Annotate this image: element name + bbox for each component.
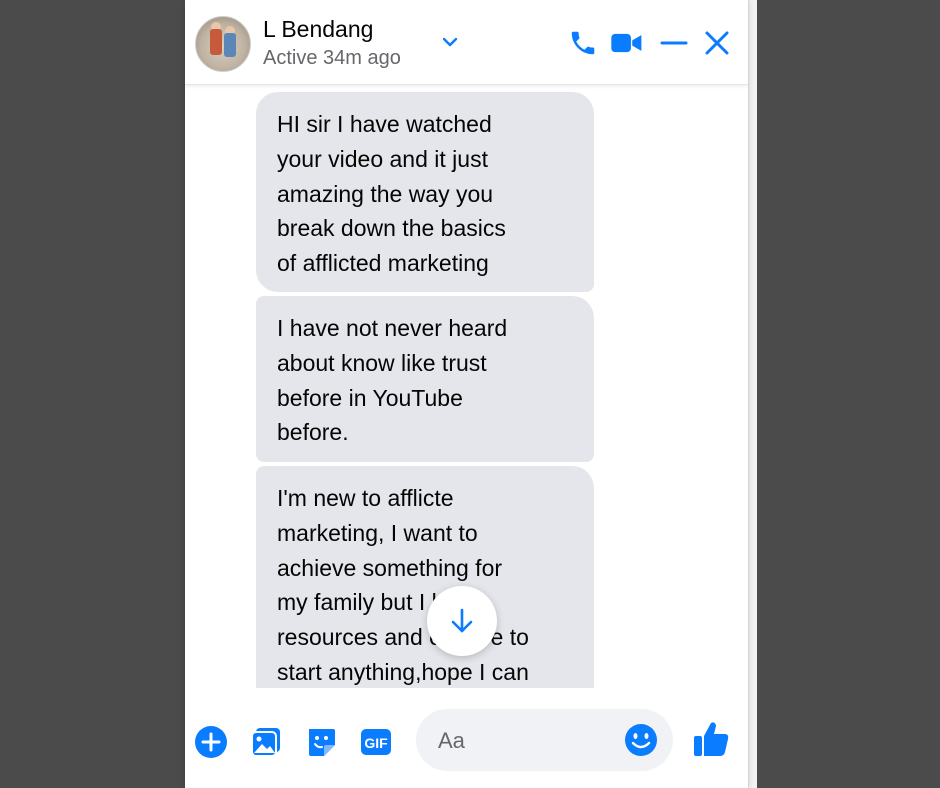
gif-icon: GIF <box>361 729 391 755</box>
message-bubble[interactable]: I have not never heard about know like t… <box>256 296 594 462</box>
phone-icon <box>571 31 595 55</box>
sticker-icon <box>309 729 335 756</box>
message-bubble[interactable]: I'm new to afflicte marketing, I want to… <box>256 466 594 688</box>
video-camera-icon <box>611 33 642 53</box>
more-actions-button[interactable] <box>193 724 229 760</box>
photo-icon <box>251 728 280 757</box>
scroll-to-bottom-button[interactable] <box>427 586 497 656</box>
emoji-icon[interactable] <box>623 722 659 758</box>
contact-status: Active 34m ago <box>263 47 401 69</box>
message-composer: GIF <box>185 688 748 788</box>
avatar[interactable] <box>195 16 251 72</box>
call-button[interactable] <box>566 26 600 60</box>
thumbs-up-icon <box>694 722 729 756</box>
messenger-chat-window: L Bendang Active 34m ago HI sir I have w… <box>185 0 748 788</box>
message-input[interactable] <box>436 723 610 759</box>
close-icon <box>705 31 729 55</box>
contact-name[interactable]: L Bendang <box>263 16 373 43</box>
message-bubble[interactable]: HI sir I have watched your video and it … <box>256 92 594 292</box>
arrow-down-icon <box>451 608 473 633</box>
message-input-container <box>416 709 673 771</box>
minus-icon <box>660 41 688 45</box>
gif-button[interactable]: GIF <box>358 724 394 760</box>
chevron-down-icon[interactable] <box>440 34 460 50</box>
plus-icon <box>195 726 227 758</box>
svg-text:GIF: GIF <box>364 735 388 751</box>
chat-header: L Bendang Active 34m ago <box>185 0 748 85</box>
close-button[interactable] <box>700 26 734 60</box>
video-call-button[interactable] <box>610 26 644 60</box>
background-page-edge <box>748 0 757 788</box>
like-button[interactable] <box>690 718 732 760</box>
minimize-button[interactable] <box>657 26 691 60</box>
attach-photo-button[interactable] <box>248 724 284 760</box>
sticker-button[interactable] <box>303 724 339 760</box>
